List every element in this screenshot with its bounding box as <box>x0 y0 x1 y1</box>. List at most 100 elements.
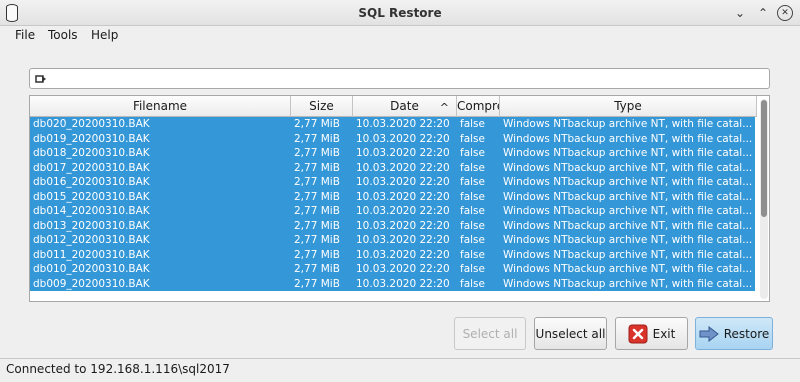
sort-ascending-icon: ^ <box>439 101 449 114</box>
cell-compress: false <box>460 176 485 188</box>
cell-date: 10.03.2020 22:20 <box>356 161 450 174</box>
cell-compress: false <box>460 263 485 275</box>
status-bar: Connected to 192.168.1.116\sql2017 <box>0 358 800 382</box>
cell-filename: db015_20200310.BAK <box>33 190 150 203</box>
cell-size: 2,77 MiB <box>294 248 340 261</box>
cell-date: 10.03.2020 22:20 <box>356 219 450 232</box>
cell-type: Windows NTbackup archive NT, with file c… <box>503 132 753 145</box>
table-row[interactable]: db013_20200310.BAK 2,77 MiB 10.03.2020 22:… <box>30 218 755 233</box>
cell-type: Windows NTbackup archive NT, with file c… <box>503 176 753 188</box>
cell-date: 10.03.2020 22:20 <box>356 234 450 246</box>
table-header: Filename Size Date ^ Compress Type <box>30 96 757 117</box>
cell-filename: db010_20200310.BAK <box>33 263 150 275</box>
unselect-all-button[interactable]: Unselect all <box>534 317 607 350</box>
column-header-date-label: Date <box>390 99 419 113</box>
table-row[interactable]: db019_20200310.BAK 2,77 MiB 10.03.2020 22:… <box>30 131 755 146</box>
exit-label: Exit <box>652 326 676 341</box>
cell-size: 2,77 MiB <box>294 147 340 159</box>
cell-size: 2,77 MiB <box>294 190 340 203</box>
table-row[interactable]: db009_20200310.BAK 2,77 MiB 10.03.2020 22:… <box>30 276 755 291</box>
column-header-size[interactable]: Size <box>291 96 353 117</box>
cell-filename: db013_20200310.BAK <box>33 219 150 232</box>
cell-date: 10.03.2020 22:20 <box>356 176 450 188</box>
table-row[interactable]: db014_20200310.BAK 2,77 MiB 10.03.2020 22:… <box>30 204 755 219</box>
title-bar: SQL Restore ⌄ ⌃ ✕ <box>0 0 800 26</box>
cell-compress: false <box>460 147 485 159</box>
cell-size: 2,77 MiB <box>294 234 340 246</box>
column-header-date[interactable]: Date ^ <box>353 96 457 117</box>
cell-size: 2,77 MiB <box>294 161 340 174</box>
menu-help[interactable]: Help <box>91 28 118 42</box>
cell-compress: false <box>460 132 485 145</box>
cell-size: 2,77 MiB <box>294 118 340 130</box>
cell-date: 10.03.2020 22:20 <box>356 190 450 203</box>
column-header-compress[interactable]: Compress <box>457 96 500 117</box>
cell-filename: db011_20200310.BAK <box>33 248 150 261</box>
cell-filename: db009_20200310.BAK <box>33 277 150 290</box>
cell-type: Windows NTbackup archive NT, with file c… <box>503 263 753 275</box>
cell-size: 2,77 MiB <box>294 219 340 232</box>
connection-status: Connected to 192.168.1.116\sql2017 <box>6 362 230 376</box>
cell-date: 10.03.2020 22:20 <box>356 147 450 159</box>
folder-arrow-icon[interactable] <box>35 73 47 85</box>
scrollbar-thumb[interactable] <box>761 100 767 217</box>
cell-date: 10.03.2020 22:20 <box>356 118 450 130</box>
table-row[interactable]: db016_20200310.BAK 2,77 MiB 10.03.2020 22:… <box>30 175 755 190</box>
maximize-icon[interactable]: ⌃ <box>755 5 771 21</box>
table-row[interactable]: db010_20200310.BAK 2,77 MiB 10.03.2020 22:… <box>30 262 755 277</box>
path-input[interactable] <box>29 68 770 89</box>
menu-tools[interactable]: Tools <box>48 28 78 42</box>
cell-size: 2,77 MiB <box>294 263 340 275</box>
cell-date: 10.03.2020 22:20 <box>356 205 450 217</box>
cell-size: 2,77 MiB <box>294 205 340 217</box>
select-all-label: Select all <box>462 326 518 341</box>
table-row[interactable]: db012_20200310.BAK 2,77 MiB 10.03.2020 22:… <box>30 233 755 248</box>
cell-type: Windows NTbackup archive NT, with file c… <box>503 161 753 174</box>
cell-type: Windows NTbackup archive NT, with file c… <box>503 118 753 130</box>
cell-type: Windows NTbackup archive NT, with file c… <box>503 234 753 246</box>
cell-compress: false <box>460 161 485 174</box>
table-row[interactable]: db018_20200310.BAK 2,77 MiB 10.03.2020 22:… <box>30 146 755 161</box>
cell-type: Windows NTbackup archive NT, with file c… <box>503 248 753 261</box>
cell-date: 10.03.2020 22:20 <box>356 277 450 290</box>
menu-bar: File Tools Help <box>0 26 800 46</box>
table-row[interactable]: db011_20200310.BAK 2,77 MiB 10.03.2020 22:… <box>30 247 755 262</box>
cell-size: 2,77 MiB <box>294 132 340 145</box>
column-header-filename[interactable]: Filename <box>30 96 291 117</box>
table-row[interactable]: db020_20200310.BAK 2,77 MiB 10.03.2020 22:… <box>30 117 755 132</box>
menu-file[interactable]: File <box>15 28 35 42</box>
restore-arrow-icon <box>699 325 719 342</box>
cell-filename: db018_20200310.BAK <box>33 147 150 159</box>
cell-type: Windows NTbackup archive NT, with file c… <box>503 205 753 217</box>
vertical-scrollbar[interactable] <box>760 99 768 299</box>
column-header-type[interactable]: Type <box>500 96 757 117</box>
cell-type: Windows NTbackup archive NT, with file c… <box>503 147 753 159</box>
close-icon[interactable]: ✕ <box>777 5 793 21</box>
cell-date: 10.03.2020 22:20 <box>356 132 450 145</box>
cell-type: Windows NTbackup archive NT, with file c… <box>503 219 753 232</box>
cell-filename: db020_20200310.BAK <box>33 118 150 130</box>
cell-compress: false <box>460 248 485 261</box>
cell-filename: db016_20200310.BAK <box>33 176 150 188</box>
cell-date: 10.03.2020 22:20 <box>356 263 450 275</box>
cell-size: 2,77 MiB <box>294 277 340 290</box>
cell-type: Windows NTbackup archive NT, with file c… <box>503 277 753 290</box>
cell-date: 10.03.2020 22:20 <box>356 248 450 261</box>
cell-compress: false <box>460 205 485 217</box>
red-x-icon <box>628 324 648 344</box>
minimize-icon[interactable]: ⌄ <box>732 5 748 21</box>
window-title: SQL Restore <box>358 6 442 20</box>
table-row[interactable]: db017_20200310.BAK 2,77 MiB 10.03.2020 22:… <box>30 160 755 175</box>
select-all-button[interactable]: Select all <box>454 317 526 350</box>
exit-button[interactable]: Exit <box>615 317 688 350</box>
cell-compress: false <box>460 190 485 203</box>
cell-compress: false <box>460 118 485 130</box>
cell-filename: db012_20200310.BAK <box>33 234 150 246</box>
cell-filename: db014_20200310.BAK <box>33 205 150 217</box>
restore-button[interactable]: Restore <box>695 317 773 350</box>
cell-compress: false <box>460 219 485 232</box>
cell-filename: db019_20200310.BAK <box>33 132 150 145</box>
cell-size: 2,77 MiB <box>294 176 340 188</box>
table-row[interactable]: db015_20200310.BAK 2,77 MiB 10.03.2020 22:… <box>30 189 755 204</box>
backup-file-table[interactable]: Filename Size Date ^ Compress Type db020… <box>29 95 770 302</box>
